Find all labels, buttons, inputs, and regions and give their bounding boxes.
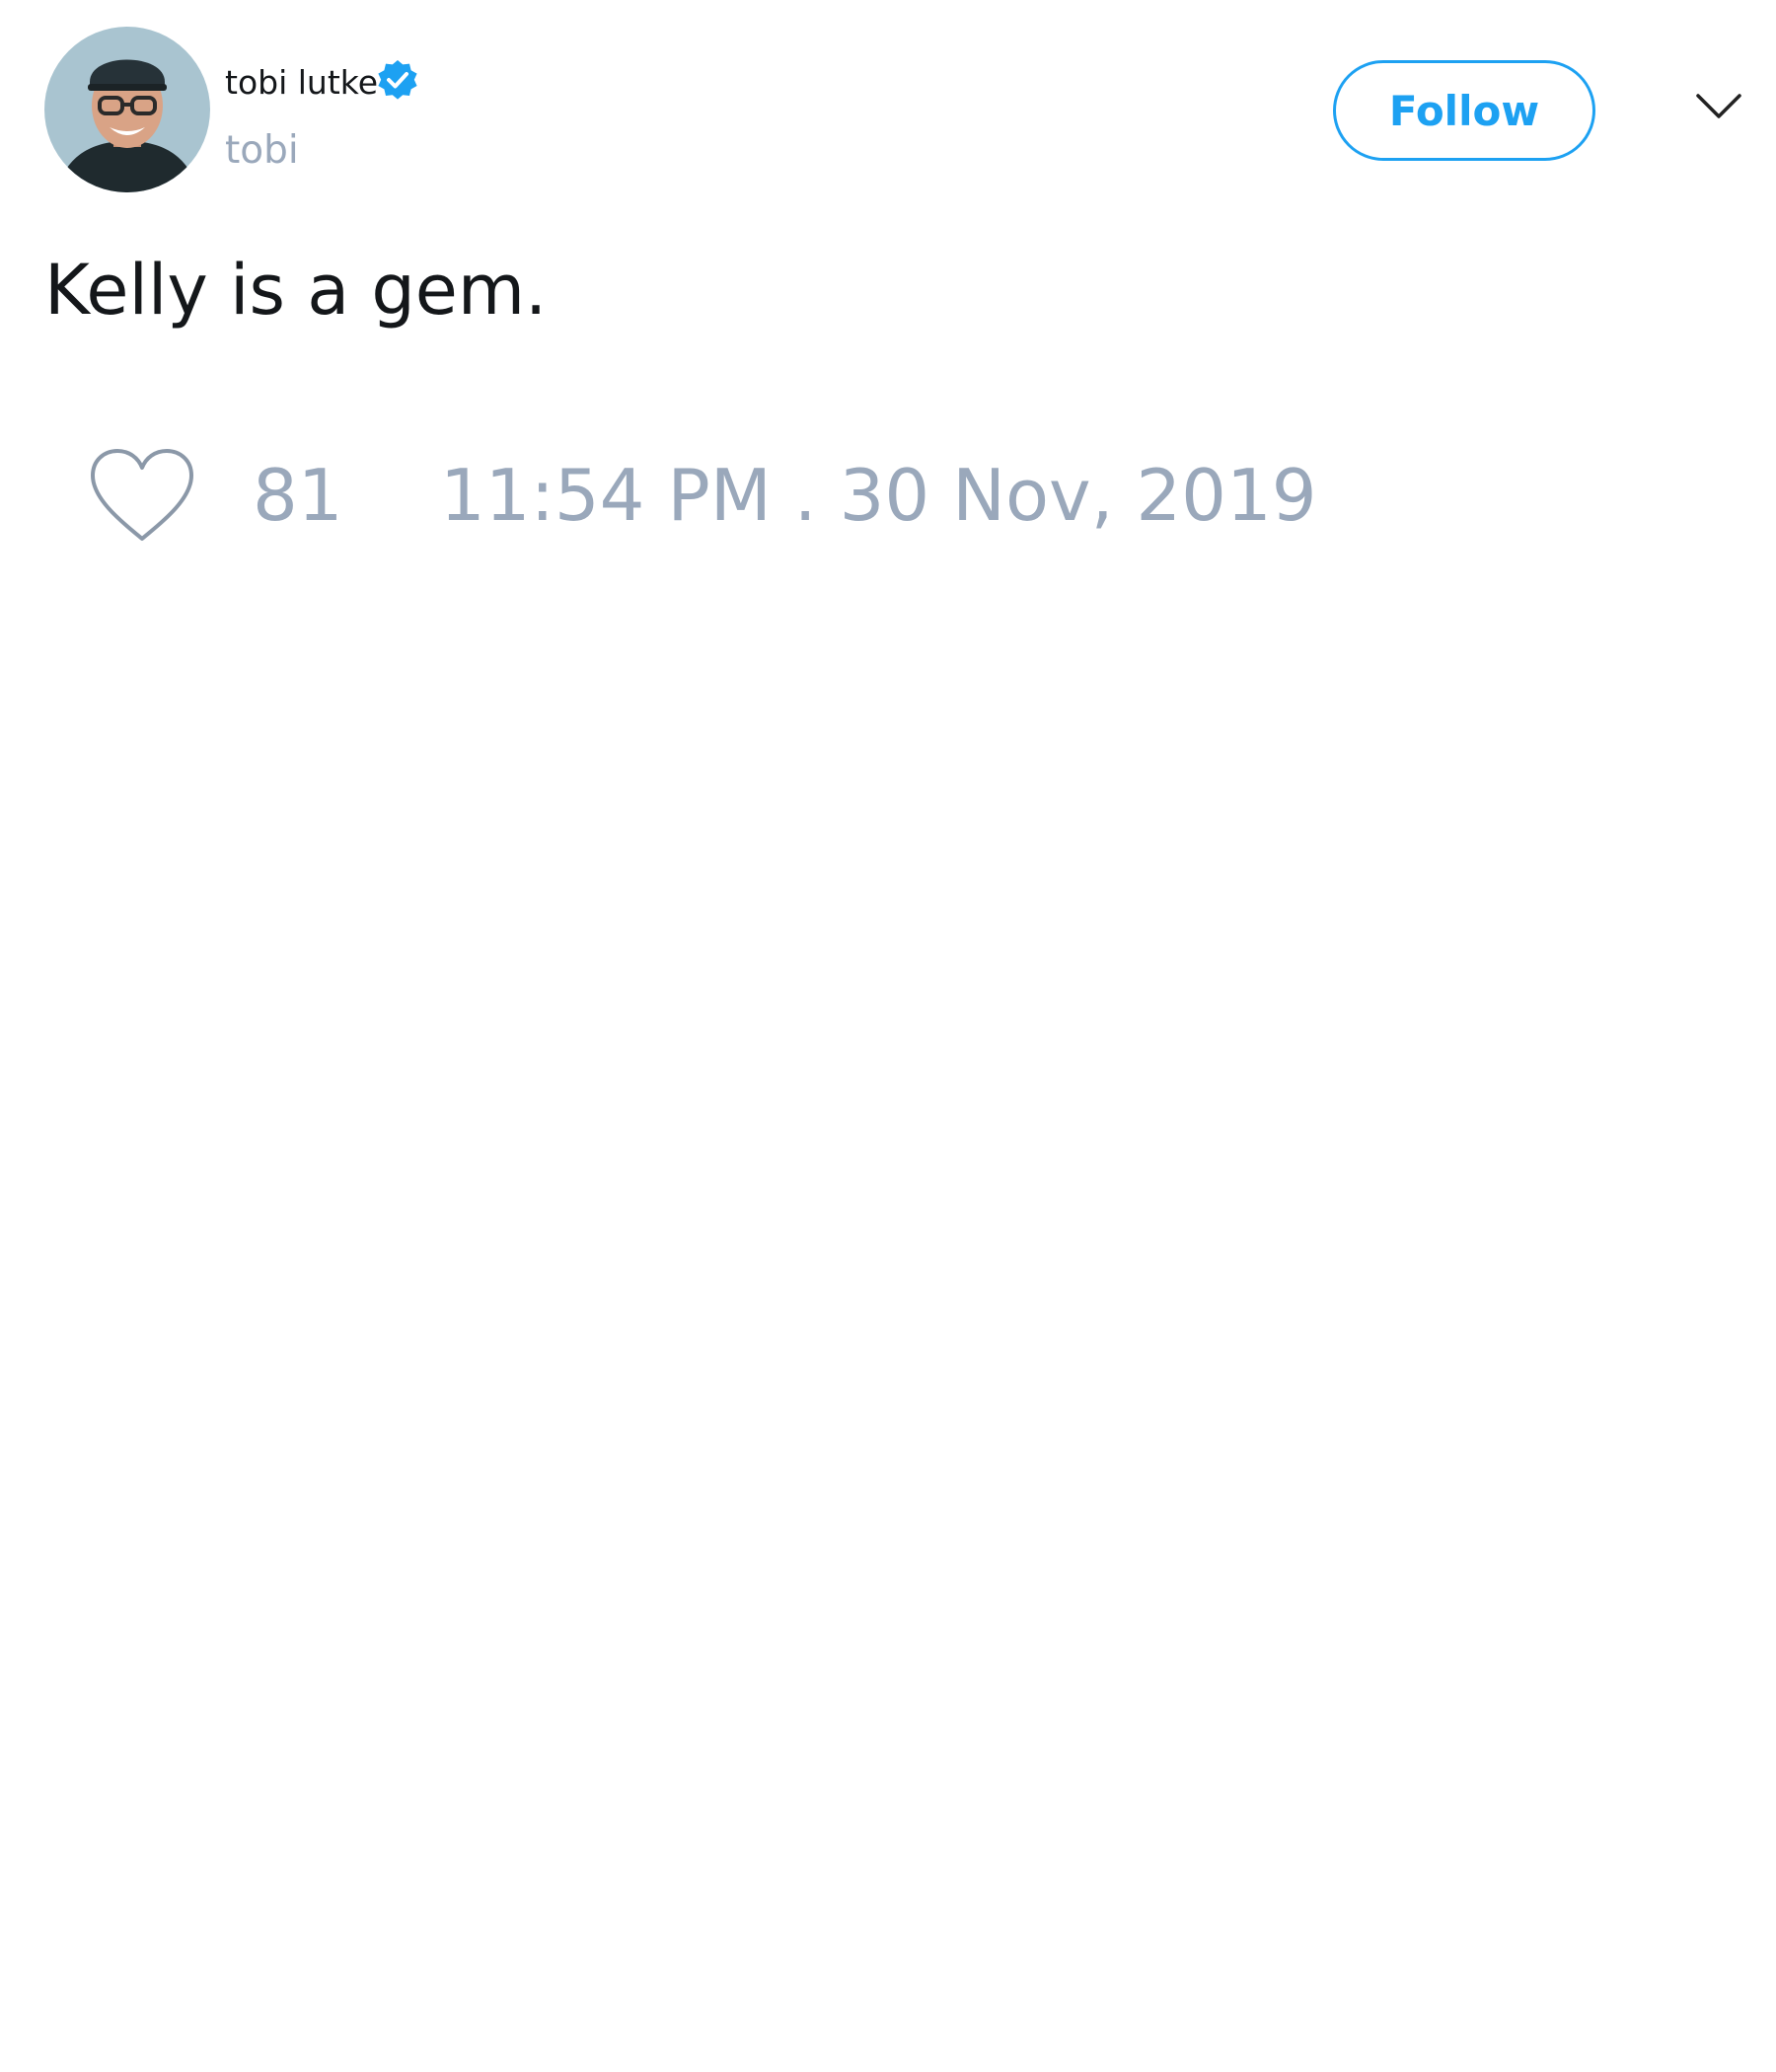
avatar[interactable] bbox=[44, 27, 210, 192]
heart-icon[interactable] bbox=[89, 448, 195, 543]
author-handle[interactable]: tobi bbox=[225, 128, 299, 174]
tweet-timestamp[interactable]: 11:54 PM . 30 Nov, 2019 bbox=[440, 456, 1317, 535]
author-display-name[interactable]: tobi lutke bbox=[225, 63, 378, 103]
verified-badge-icon bbox=[378, 60, 417, 100]
like-count[interactable]: 81 bbox=[253, 456, 343, 535]
follow-button[interactable]: Follow bbox=[1333, 60, 1595, 161]
tweet-text: Kelly is a gem. bbox=[44, 250, 548, 331]
avatar-image bbox=[44, 27, 210, 192]
chevron-down-icon[interactable] bbox=[1695, 92, 1742, 121]
